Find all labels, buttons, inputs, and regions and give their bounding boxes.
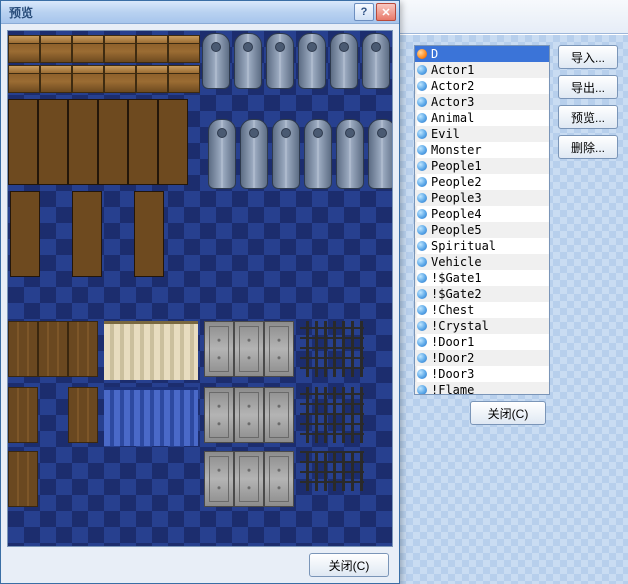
list-item-label: !Door3 — [431, 367, 474, 381]
list-item[interactable]: Actor3 — [415, 94, 549, 110]
file-icon — [417, 177, 427, 187]
resource-list[interactable]: D Actor1 Actor2 Actor3 Animal Evil Monster Peop… — [414, 45, 550, 395]
dialog-titlebar[interactable]: 预览 ? ✕ — [1, 1, 399, 24]
file-icon — [417, 337, 427, 347]
list-item[interactable]: D — [415, 46, 549, 62]
file-icon — [417, 353, 427, 363]
file-icon — [417, 193, 427, 203]
list-item-label: !Door2 — [431, 351, 474, 365]
import-button[interactable]: 导入... — [558, 45, 618, 69]
list-item-label: People3 — [431, 191, 482, 205]
file-icon — [417, 209, 427, 219]
file-icon — [417, 49, 427, 59]
list-item[interactable]: Actor1 — [415, 62, 549, 78]
list-item-label: !Chest — [431, 303, 474, 317]
file-icon — [417, 145, 427, 155]
list-item[interactable]: !Door2 — [415, 350, 549, 366]
file-icon — [417, 273, 427, 283]
delete-button[interactable]: 删除... — [558, 135, 618, 159]
list-item-label: Actor2 — [431, 79, 474, 93]
list-item-label: !Flame — [431, 383, 474, 395]
file-icon — [417, 129, 427, 139]
file-icon — [417, 257, 427, 267]
list-item[interactable]: Spiritual — [415, 238, 549, 254]
list-item[interactable]: !Chest — [415, 302, 549, 318]
preview-dialog: 预览 ? ✕ — [0, 0, 400, 584]
list-item-label: Animal — [431, 111, 474, 125]
list-item[interactable]: !$Gate1 — [415, 270, 549, 286]
list-item-label: Actor1 — [431, 63, 474, 77]
help-icon[interactable]: ? — [354, 3, 374, 21]
list-item-label: !Crystal — [431, 319, 489, 333]
list-item-label: D — [431, 47, 438, 61]
resource-panel: D Actor1 Actor2 Actor3 Animal Evil Monster Peop… — [414, 45, 550, 574]
list-item-label: People4 — [431, 207, 482, 221]
file-icon — [417, 305, 427, 315]
file-icon — [417, 321, 427, 331]
list-item[interactable]: !Door1 — [415, 334, 549, 350]
file-icon — [417, 81, 427, 91]
list-item[interactable]: People2 — [415, 174, 549, 190]
file-icon — [417, 161, 427, 171]
list-item[interactable]: Vehicle — [415, 254, 549, 270]
list-item[interactable]: Actor2 — [415, 78, 549, 94]
file-icon — [417, 113, 427, 123]
list-item[interactable]: Animal — [415, 110, 549, 126]
file-icon — [417, 97, 427, 107]
parent-close-button[interactable]: 关闭(C) — [470, 401, 546, 425]
list-item[interactable]: People1 — [415, 158, 549, 174]
preview-button[interactable]: 预览... — [558, 105, 618, 129]
list-item[interactable]: People3 — [415, 190, 549, 206]
file-icon — [417, 369, 427, 379]
file-icon — [417, 385, 427, 395]
list-item-label: People1 — [431, 159, 482, 173]
list-item[interactable]: People4 — [415, 206, 549, 222]
list-item[interactable]: !Crystal — [415, 318, 549, 334]
side-button-column: 导入... 导出... 预览... 删除... — [558, 45, 618, 574]
file-icon — [417, 65, 427, 75]
list-item[interactable]: !Flame — [415, 382, 549, 395]
list-item-label: Actor3 — [431, 95, 474, 109]
close-icon[interactable]: ✕ — [376, 3, 396, 21]
list-item-label: !$Gate2 — [431, 287, 482, 301]
list-item-label: !Door1 — [431, 335, 474, 349]
file-icon — [417, 289, 427, 299]
list-item-label: Spiritual — [431, 239, 496, 253]
file-icon — [417, 225, 427, 235]
list-item[interactable]: Evil — [415, 126, 549, 142]
file-icon — [417, 241, 427, 251]
list-item-label: Vehicle — [431, 255, 482, 269]
list-item[interactable]: People5 — [415, 222, 549, 238]
dialog-title: 预览 — [9, 4, 33, 21]
list-item-label: !$Gate1 — [431, 271, 482, 285]
list-item[interactable]: Monster — [415, 142, 549, 158]
list-item-label: Monster — [431, 143, 482, 157]
list-item-label: People5 — [431, 223, 482, 237]
list-item-label: People2 — [431, 175, 482, 189]
export-button[interactable]: 导出... — [558, 75, 618, 99]
list-item[interactable]: !Door3 — [415, 366, 549, 382]
dialog-close-button[interactable]: 关闭(C) — [309, 553, 389, 577]
list-item-label: Evil — [431, 127, 460, 141]
tileset-preview — [7, 30, 393, 547]
list-item[interactable]: !$Gate2 — [415, 286, 549, 302]
dialog-body: 关闭(C) — [1, 24, 399, 583]
